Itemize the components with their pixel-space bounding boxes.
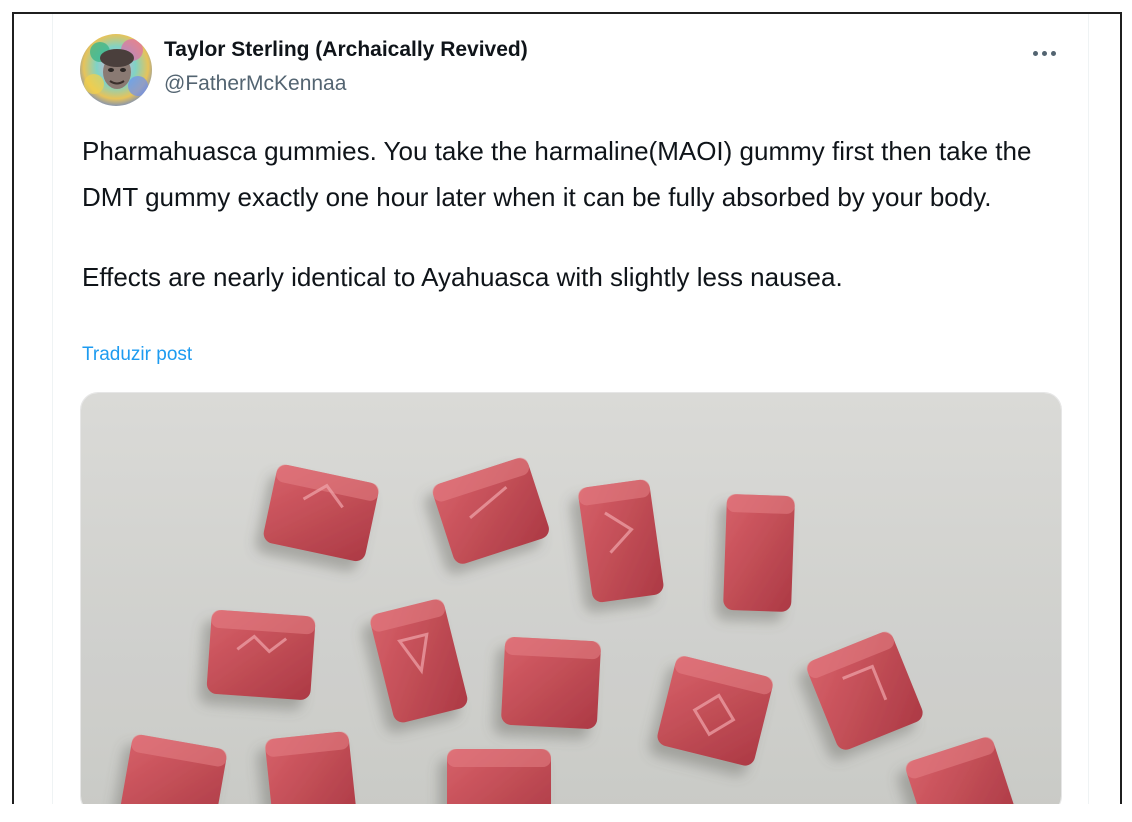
avatar-portrait-icon [80,34,152,106]
tweet-paragraph: Pharmahuasca gummies. You take the harma… [82,136,1032,212]
tweet-text: Pharmahuasca gummies. You take the harma… [82,128,1082,300]
tweet-card: Taylor Sterling (Archaically Revived) @F… [12,12,1122,804]
translate-post-link[interactable]: Traduzir post [82,344,192,366]
timeline-divider-right [1088,14,1089,804]
more-options-button[interactable] [1024,38,1064,68]
tweet-media-image[interactable] [80,392,1062,804]
tweet-paragraph: Effects are nearly identical to Ayahuasc… [82,262,843,292]
timeline-divider-left [52,14,53,804]
more-dots-icon [1050,50,1056,56]
more-dots-icon [1041,50,1047,56]
avatar[interactable] [80,34,152,106]
author-name[interactable]: Taylor Sterling (Archaically Revived) [164,38,528,62]
gummies-photo [81,393,1061,804]
author-handle[interactable]: @FatherMcKennaa [164,72,346,96]
more-dots-icon [1032,50,1038,56]
